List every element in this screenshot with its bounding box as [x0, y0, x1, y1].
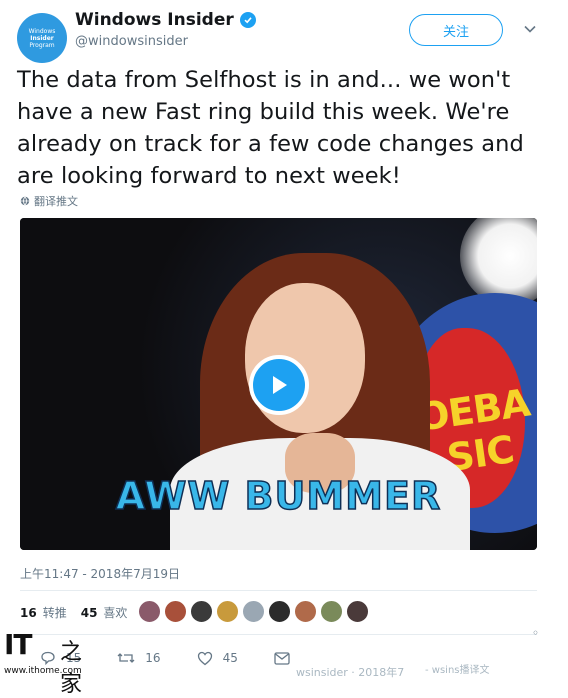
- liker-avatar[interactable]: [164, 600, 187, 623]
- liker-avatars: [138, 600, 369, 623]
- avatar-line-1: Windows: [28, 27, 56, 35]
- retweet-button[interactable]: 16: [117, 650, 161, 666]
- footer-faded-text-2: - wsins播译文: [425, 665, 490, 676]
- liker-avatar[interactable]: [242, 600, 265, 623]
- heart-icon: [197, 651, 212, 665]
- tweet-media-video[interactable]: OEBA SIC AWW BUMMER: [20, 218, 537, 550]
- like-button[interactable]: 45: [197, 651, 238, 666]
- translate-tweet-link[interactable]: 翻译推文: [20, 193, 78, 209]
- direct-message-button[interactable]: [274, 651, 290, 665]
- liker-avatar[interactable]: [138, 600, 161, 623]
- follow-button[interactable]: 关注: [409, 14, 503, 46]
- tweet-timestamp[interactable]: 上午11:47 - 2018年7月19日: [20, 565, 180, 582]
- liker-avatar[interactable]: [346, 600, 369, 623]
- profile-avatar[interactable]: Windows Insider Program: [17, 13, 67, 63]
- liker-avatar[interactable]: [294, 600, 317, 623]
- likes-label[interactable]: 喜欢: [103, 604, 127, 621]
- retweets-count[interactable]: 16: [20, 606, 37, 620]
- retweets-label[interactable]: 转推: [43, 604, 67, 621]
- user-handle[interactable]: @windowsinsider: [75, 34, 188, 49]
- globe-icon: [20, 196, 30, 206]
- translate-label: 翻译推文: [34, 195, 78, 208]
- envelope-icon: [274, 651, 290, 665]
- verified-badge-icon: [239, 12, 256, 28]
- play-icon: [273, 376, 287, 394]
- liker-avatar[interactable]: [320, 600, 343, 623]
- footer-faded-text: wsinsider · 2018年7: [296, 666, 405, 679]
- retweet-count: 16: [145, 651, 161, 665]
- display-name-row[interactable]: Windows Insider: [75, 10, 256, 30]
- divider: [20, 590, 537, 591]
- play-button[interactable]: [249, 355, 309, 415]
- liker-avatar[interactable]: [268, 600, 291, 623]
- gif-caption: AWW BUMMER: [115, 473, 442, 519]
- ithome-logo: IT: [4, 628, 33, 661]
- tweet-stats: 16 转推 45 喜欢: [20, 604, 127, 621]
- liker-avatar[interactable]: [190, 600, 213, 623]
- display-name[interactable]: Windows Insider: [75, 10, 234, 30]
- avatar-line-3: Program: [29, 41, 55, 49]
- divider: [20, 634, 537, 635]
- retweet-icon: [117, 653, 135, 663]
- liker-avatar[interactable]: [216, 600, 239, 623]
- ithome-url: www.ithome.com: [4, 666, 82, 676]
- likes-count[interactable]: 45: [81, 606, 98, 620]
- like-count: 45: [222, 651, 238, 665]
- ithome-watermark: IT 之家 www.ithome.com: [4, 628, 88, 697]
- tweet-text: The data from Selfhost is in and... we w…: [17, 67, 524, 189]
- chevron-down-icon[interactable]: [523, 22, 537, 36]
- avatar-line-2: Insider: [30, 34, 54, 42]
- more-dots-icon[interactable]: ◦: [532, 626, 539, 640]
